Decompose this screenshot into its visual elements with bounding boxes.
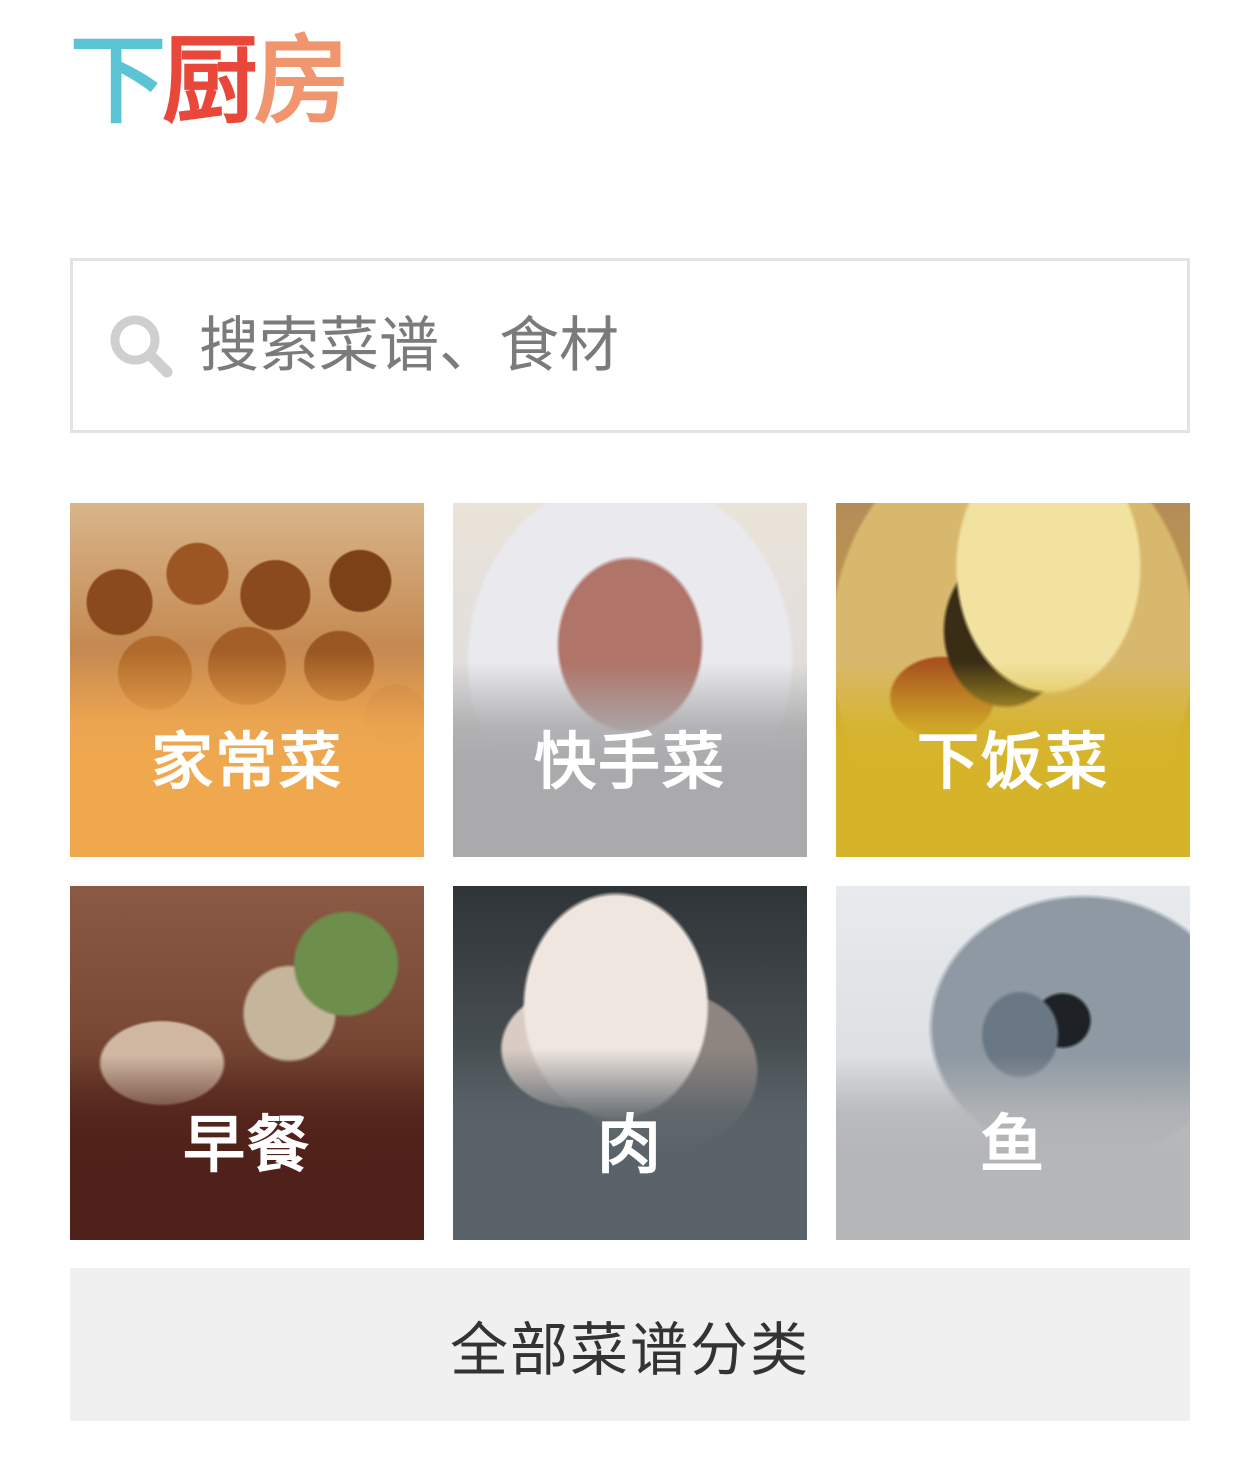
category-tile-fish[interactable]: 鱼: [836, 886, 1190, 1240]
search-bar[interactable]: [70, 258, 1190, 433]
category-tile-home-cooking[interactable]: 家常菜: [70, 503, 424, 857]
all-categories-button[interactable]: 全部菜谱分类: [70, 1268, 1190, 1421]
search-input[interactable]: [199, 261, 1159, 430]
category-tile-rice-dishes[interactable]: 下饭菜: [836, 503, 1190, 857]
category-label: 下饭菜: [916, 725, 1109, 798]
category-label: 肉: [597, 1109, 663, 1183]
category-label: 鱼: [980, 1109, 1046, 1183]
category-label: 早餐: [182, 1108, 311, 1181]
search-icon: [110, 315, 173, 377]
category-tile-meat[interactable]: 肉: [453, 886, 807, 1240]
category-label: 快手菜: [533, 725, 726, 798]
logo-char-3: 房: [254, 25, 350, 137]
logo-char-1: 下: [70, 25, 166, 137]
app-logo[interactable]: 下 厨 房: [70, 22, 350, 140]
category-tile-quick-dishes[interactable]: 快手菜: [453, 503, 807, 857]
category-grid: 家常菜 快手菜 下饭菜 早餐 肉 鱼: [70, 503, 1190, 1240]
category-tile-breakfast[interactable]: 早餐: [70, 886, 424, 1240]
category-label: 家常菜: [150, 725, 343, 798]
logo-char-2: 厨: [162, 25, 258, 137]
